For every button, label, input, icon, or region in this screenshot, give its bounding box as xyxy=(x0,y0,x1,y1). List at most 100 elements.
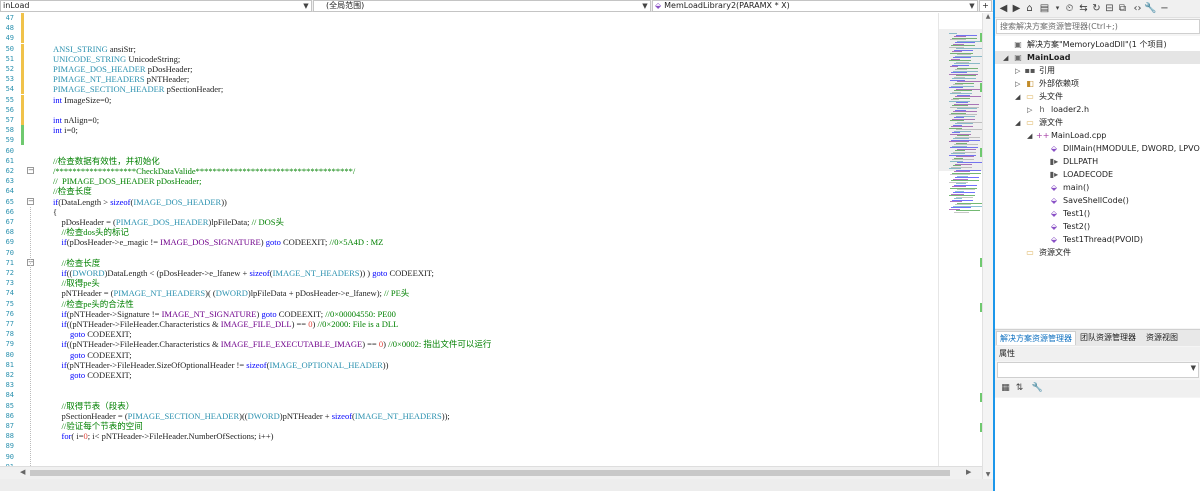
vertical-scrollbar[interactable]: ▲ ▼ xyxy=(982,13,993,479)
code-editor[interactable]: inLoad ▼ (全局范围) ▼ ⬙ MemLoadLibrary2(PARAM… xyxy=(0,0,993,491)
forward-icon[interactable]: ▶ xyxy=(1010,2,1023,15)
code-token: // PE头 xyxy=(384,288,410,299)
code-token: i=0; xyxy=(61,125,78,136)
split-editor-button[interactable]: + xyxy=(979,0,992,12)
switch-views-icon[interactable]: ▤ xyxy=(1038,2,1051,15)
member-dropdown-value: MemLoadLibrary2(PARAMX * X) xyxy=(664,1,790,10)
line-number: 56 xyxy=(5,105,14,114)
horizontal-scroll-thumb[interactable] xyxy=(30,470,950,476)
navigation-bar: inLoad ▼ (全局范围) ▼ ⬙ MemLoadLibrary2(PARAM… xyxy=(0,0,993,12)
minimap[interactable] xyxy=(938,13,986,479)
property-pages-icon[interactable]: 🔧 xyxy=(1031,382,1044,395)
code-token: IMAGE_NT_HEADERS xyxy=(272,268,360,278)
code-token: UNICODE_STRING xyxy=(53,53,127,64)
code-token: ansiStr; xyxy=(107,43,136,54)
categorized-icon[interactable]: ▦ xyxy=(999,382,1012,395)
tree-item[interactable]: ▷ h loader2.h xyxy=(995,103,1200,116)
tree-item[interactable]: ⬙ Test1Thread(PVOID) xyxy=(995,233,1200,246)
tab-solution-explorer[interactable]: 解决方案资源管理器 xyxy=(996,331,1076,345)
tree-item[interactable]: ▭ 资源文件 xyxy=(995,246,1200,259)
code-token: (pDosHeader->e_magic != xyxy=(66,237,161,248)
code-token: goto xyxy=(372,268,388,278)
code-token: goto xyxy=(70,349,86,360)
solution-search-input[interactable]: 搜索解决方案资源管理器(Ctrl+;) xyxy=(996,19,1200,34)
code-line: goto CODEEXIT; xyxy=(53,329,132,339)
tree-item[interactable]: ▣ 解决方案"MemoryLoadDll"(1 个项目) xyxy=(995,38,1200,51)
code-token: nAlign=0; xyxy=(61,115,100,125)
scroll-left-icon[interactable]: ◀ xyxy=(20,468,25,476)
fold-toggle-icon[interactable]: − xyxy=(27,167,34,174)
tree-item[interactable]: ◢ ▣ MainLoad xyxy=(995,51,1200,64)
tree-item[interactable]: ▷ ◧ 外部依赖项 xyxy=(995,77,1200,90)
code-line: if((pNTHeader->FileHeader.Characteristic… xyxy=(53,319,399,329)
project-dropdown-value: inLoad xyxy=(3,1,30,10)
home-icon[interactable]: ⌂ xyxy=(1023,2,1036,15)
project-dropdown[interactable]: inLoad ▼ xyxy=(0,0,312,12)
tree-item[interactable]: ◢ ▭ 头文件 xyxy=(995,90,1200,103)
fold-guide xyxy=(30,206,31,483)
code-token: { xyxy=(53,206,58,217)
code-line: if((DWORD)DataLength < (pDosHeader->e_lf… xyxy=(53,268,434,278)
tree-item[interactable]: ◢ ++ MainLoad.cpp xyxy=(995,129,1200,142)
code-token: PIMAGE_SECTION_HEADER xyxy=(127,410,240,421)
tree-item[interactable]: ⬙ SaveShellCode() xyxy=(995,194,1200,207)
tree-item[interactable]: ⬙ Test2() xyxy=(995,220,1200,233)
code-area[interactable]: ANSI_STRING ansiStr; UNICODE_STRING Unico… xyxy=(38,13,938,466)
fold-toggle-icon[interactable]: − xyxy=(27,197,34,205)
code-token: (pNTHeader->FileHeader.SizeOfOptionalHea… xyxy=(66,359,247,370)
code-token: IMAGE_NT_HEADERS xyxy=(354,410,442,421)
code-token: // DOS头 xyxy=(251,217,284,227)
code-token: int xyxy=(53,94,62,105)
code-line: ANSI_STRING ansiStr; xyxy=(53,44,136,54)
refresh-icon[interactable]: ↻ xyxy=(1090,2,1103,15)
tree-item[interactable]: ⬙ main() xyxy=(995,181,1200,194)
header-file-icon: h xyxy=(1039,105,1045,114)
pending-changes-icon[interactable]: ⏲ xyxy=(1063,2,1076,15)
tree-item[interactable]: ⬙ DllMain(HMODULE, DWORD, LPVO xyxy=(995,142,1200,155)
code-token: pDosHeader = ( xyxy=(53,217,116,227)
back-icon[interactable]: ◀ xyxy=(997,2,1010,15)
scope-dropdown[interactable]: (全局范围) ▼ xyxy=(313,0,651,12)
tree-item[interactable]: ⬙ Test1() xyxy=(995,207,1200,220)
code-token: goto xyxy=(265,237,281,248)
sync-icon[interactable]: ⇆ xyxy=(1077,2,1090,15)
properties-object-dropdown[interactable]: ▼ xyxy=(997,362,1199,378)
member-dropdown[interactable]: ⬙ MemLoadLibrary2(PARAMX * X) ▼ xyxy=(652,0,978,12)
minimap-viewport[interactable] xyxy=(939,29,982,171)
solution-tree[interactable]: ▣ 解决方案"MemoryLoadDll"(1 个项目) ◢ ▣ MainLoad ▷ ▪▪… xyxy=(995,36,1200,328)
horizontal-scrollbar[interactable]: ◀ ▶ xyxy=(0,466,982,479)
scroll-right-icon[interactable]: ▶ xyxy=(966,468,971,476)
tree-item-label: 资源文件 xyxy=(1039,248,1071,257)
tab-resource-view[interactable]: 资源视图 xyxy=(1143,331,1181,345)
line-number: 61 xyxy=(5,156,14,165)
scroll-down-icon[interactable]: ▼ xyxy=(983,471,993,478)
cpp-file-icon: ++ xyxy=(1036,131,1050,140)
code-token: DWORD xyxy=(72,268,105,278)
line-number: 70 xyxy=(5,248,14,257)
scroll-up-icon[interactable]: ▲ xyxy=(983,13,993,20)
line-number: 81 xyxy=(5,360,14,369)
code-token: (DataLength > xyxy=(58,196,111,207)
tree-item-label: MainLoad xyxy=(1027,53,1071,62)
code-line: if(pNTHeader->Signature != IMAGE_NT_SIGN… xyxy=(53,309,396,319)
code-token: CODEEXIT; xyxy=(387,268,434,278)
tree-item[interactable]: ▮▸ LOADECODE xyxy=(995,168,1200,181)
code-token: ) == xyxy=(362,339,379,350)
minus-icon[interactable]: − xyxy=(1158,2,1171,15)
line-number: 84 xyxy=(5,391,14,400)
tree-item[interactable]: ◢ ▭ 源文件 xyxy=(995,116,1200,129)
alphabetical-icon[interactable]: ⇅ xyxy=(1013,382,1026,395)
outline-margin: − − − xyxy=(24,13,38,483)
tab-team-explorer[interactable]: 团队资源管理器 xyxy=(1077,331,1139,345)
code-view-icon[interactable]: ‹› xyxy=(1131,2,1144,15)
macro-icon: ▮▸ xyxy=(1049,170,1059,179)
tree-item[interactable]: ▮▸ DLLPATH xyxy=(995,155,1200,168)
line-number: 78 xyxy=(5,330,14,339)
properties-icon[interactable]: 🔧 xyxy=(1144,2,1157,15)
tree-item[interactable]: ▷ ▪▪ 引用 xyxy=(995,64,1200,77)
solution-icon: ▣ xyxy=(1014,40,1022,49)
collapse-all-icon[interactable]: ⊟ xyxy=(1103,2,1116,15)
show-all-files-icon[interactable]: ⧉ xyxy=(1116,2,1129,15)
